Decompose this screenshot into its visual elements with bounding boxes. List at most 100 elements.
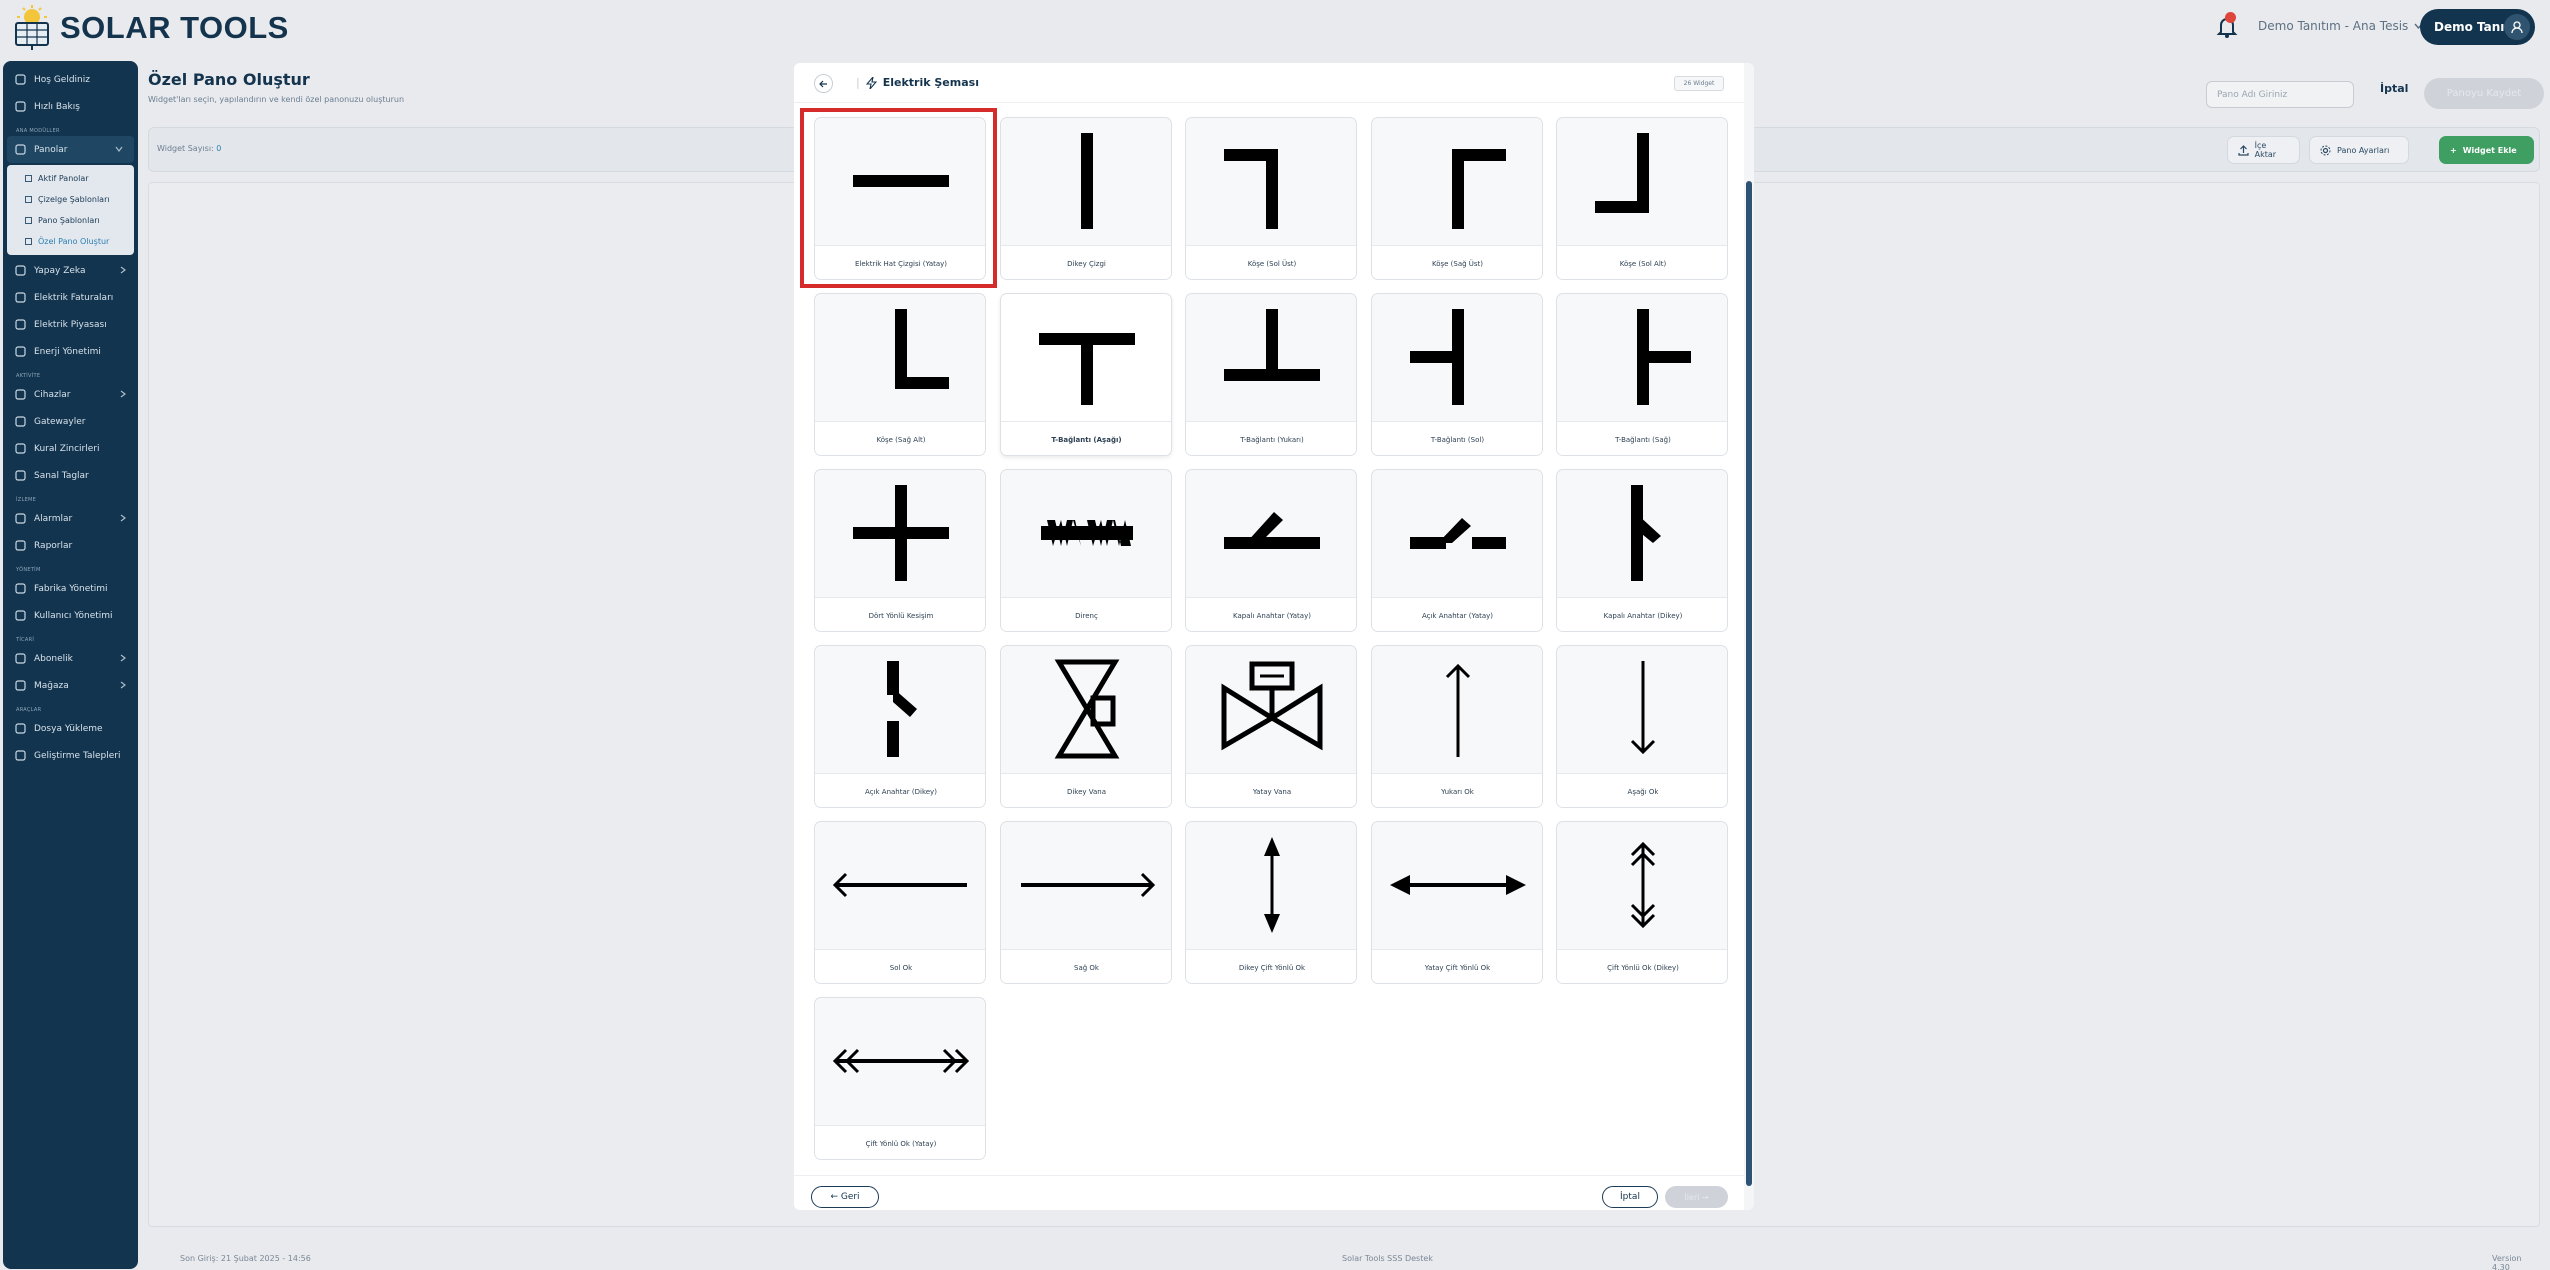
widget-label: Açık Anahtar (Dikey): [815, 773, 985, 807]
invoice-icon: [14, 291, 27, 304]
board-settings-button[interactable]: Pano Ayarları: [2309, 136, 2409, 164]
sidebar-item-sliders[interactable]: Enerji Yönetimi: [3, 338, 138, 365]
page-subtitle: Widget'ları seçin, yapılandırın ve kendi…: [148, 95, 405, 104]
app-logo[interactable]: SOLAR TOOLS: [12, 5, 289, 51]
widget-tile[interactable]: Aşağı Ok: [1556, 645, 1728, 808]
widget-tile[interactable]: Dikey Çizgi: [999, 117, 1172, 280]
widget-label: Köşe (Sol Alt): [1557, 245, 1727, 279]
submenu-item[interactable]: Pano Şablonları: [7, 210, 134, 231]
widget-label: T-Bağlantı (Sağ): [1557, 421, 1727, 455]
widget-label: Dikey Çift Yönlü Ok: [1186, 949, 1356, 983]
sidebar-item-label: Kullanıcı Yönetimi: [34, 610, 113, 621]
widget-tile[interactable]: Açık Anahtar (Yatay): [1370, 469, 1543, 632]
double-arrow-vertical-icon: [1630, 841, 1656, 929]
upload-icon: [14, 722, 27, 735]
sidebar-item-ai[interactable]: Yapay Zeka: [3, 257, 138, 284]
sidebar-item-market[interactable]: Elektrik Piyasası: [3, 311, 138, 338]
modal-back-button[interactable]: [814, 74, 833, 93]
down-arrow-icon: [1630, 661, 1656, 755]
submenu-item[interactable]: Özel Pano Oluştur: [7, 231, 134, 252]
modal-scrollbar-thumb[interactable]: [1746, 181, 1752, 1186]
horizontal-bidirectional-arrow-icon: [1389, 875, 1526, 895]
widget-tile[interactable]: Sağ Ok: [999, 821, 1172, 984]
widget-tile[interactable]: T-Bağlantı (Sol): [1370, 293, 1543, 456]
modal-footer: ← Geri İptal İleri →: [794, 1175, 1744, 1210]
vertical-valve-icon: [1054, 659, 1119, 759]
sidebar-item-factory[interactable]: Fabrika Yönetimi: [3, 575, 138, 602]
sidebar-item-users[interactable]: Kullanıcı Yönetimi: [3, 602, 138, 629]
sidebar-item-chain[interactable]: Kural Zincirleri: [3, 435, 138, 462]
page-header: Özel Pano Oluştur Widget'ları seçin, yap…: [148, 70, 404, 104]
tenant-selector[interactable]: Demo Tanıtım - Ana Tesis: [2258, 19, 2423, 33]
users-icon: [14, 609, 27, 622]
submenu-item[interactable]: Aktif Panolar: [7, 168, 134, 189]
chain-icon: [14, 442, 27, 455]
widget-label: Açık Anahtar (Yatay): [1371, 597, 1542, 631]
user-avatar-icon: [2504, 14, 2530, 40]
widget-tile[interactable]: Direnç: [999, 469, 1172, 632]
device-icon: [14, 388, 27, 401]
sidebar-item-subscription[interactable]: Abonelik: [3, 645, 138, 672]
widget-tile[interactable]: Köşe (Sağ Üst): [1370, 117, 1543, 280]
widget-tile[interactable]: Çift Yönlü Ok (Dikey): [1556, 821, 1728, 984]
list-icon: [25, 217, 32, 224]
sidebar-item-star[interactable]: Hoş Geldiniz: [3, 66, 138, 93]
sidebar-item-alarm[interactable]: Alarmlar: [3, 505, 138, 532]
widget-tile[interactable]: Köşe (Sol Üst): [1185, 117, 1357, 280]
gateway-icon: [14, 415, 27, 428]
footer-links[interactable]: Solar Tools SSS Destek: [1342, 1254, 1433, 1263]
sidebar-item-gateway[interactable]: Gatewayler: [3, 408, 138, 435]
widget-label: T-Bağlantı (Aşağı): [1000, 421, 1171, 455]
widget-tile[interactable]: Dikey Çift Yönlü Ok: [1185, 821, 1357, 984]
widget-tile[interactable]: T-Bağlantı (Sağ): [1556, 293, 1728, 456]
app-name: SOLAR TOOLS: [60, 10, 289, 45]
import-button[interactable]: İçe Aktar: [2227, 136, 2300, 164]
widget-tile[interactable]: Dört Yönlü Kesişim: [814, 469, 986, 632]
sidebar-item-dashboard[interactable]: Panolar: [7, 136, 134, 163]
widget-label: Sol Ok: [815, 949, 985, 983]
widget-tile[interactable]: Dikey Vana: [999, 645, 1172, 808]
user-menu-button[interactable]: Demo Tanıtım: [2420, 9, 2535, 45]
sidebar-item-invoice[interactable]: Elektrik Faturaları: [3, 284, 138, 311]
sidebar: Hoş Geldiniz Hızlı Bakış ANA MODÜLLER Panol…: [3, 61, 138, 1269]
cancel-button[interactable]: İptal: [2380, 82, 2408, 95]
next-button[interactable]: İleri →: [1665, 1186, 1728, 1208]
modal-cancel-button[interactable]: İptal: [1602, 1186, 1658, 1208]
sidebar-item-label: Alarmlar: [34, 513, 73, 524]
submenu-item[interactable]: Çizelge Şablonları: [7, 189, 134, 210]
widget-tile[interactable]: Açık Anahtar (Dikey): [814, 645, 986, 808]
last-login: Son Giriş: 21 Şubat 2025 - 14:56: [180, 1254, 311, 1263]
widget-tile[interactable]: Çift Yönlü Ok (Yatay): [814, 997, 986, 1160]
widget-tile[interactable]: Yatay Çift Yönlü Ok: [1370, 821, 1543, 984]
sidebar-item-code[interactable]: Geliştirme Talepleri: [3, 742, 138, 769]
sidebar-item-device[interactable]: Cihazlar: [3, 381, 138, 408]
widget-tile[interactable]: T-Bağlantı (Aşağı): [999, 293, 1172, 456]
widget-tile[interactable]: T-Bağlantı (Yukarı): [1185, 293, 1357, 456]
notification-badge: [2225, 12, 2236, 23]
sidebar-item-store[interactable]: Mağaza: [3, 672, 138, 699]
save-board-button[interactable]: Panoyu Kaydet: [2424, 78, 2544, 109]
add-widget-button[interactable]: + Widget Ekle: [2439, 136, 2534, 164]
widget-label: Dört Yönlü Kesişim: [815, 597, 985, 631]
widget-label: Köşe (Sağ Üst): [1371, 245, 1542, 279]
widget-tile[interactable]: Kapalı Anahtar (Yatay): [1185, 469, 1357, 632]
widget-tile[interactable]: Yukarı Ok: [1370, 645, 1543, 808]
sidebar-item-grid[interactable]: Hızlı Bakış: [3, 93, 138, 120]
widget-tile[interactable]: Sol Ok: [814, 821, 986, 984]
widget-tile[interactable]: Kapalı Anahtar (Dikey): [1556, 469, 1728, 632]
sidebar-item-report[interactable]: Raporlar: [3, 532, 138, 559]
widget-tile[interactable]: Köşe (Sol Alt): [1556, 117, 1728, 280]
footer: Son Giriş: 21 Şubat 2025 - 14:56 Solar T…: [180, 1254, 2540, 1270]
sidebar-item-label: Raporlar: [34, 540, 73, 551]
sidebar-item-upload[interactable]: Dosya Yükleme: [3, 715, 138, 742]
sidebar-section-title: YÖNETİM: [16, 567, 41, 573]
widget-tile[interactable]: Yatay Vana: [1185, 645, 1357, 808]
back-button[interactable]: ← Geri: [811, 1186, 879, 1208]
board-name-input[interactable]: Pano Adı Giriniz: [2206, 81, 2354, 108]
widget-tile[interactable]: Köşe (Sağ Alt): [814, 293, 986, 456]
selection-highlight: [800, 108, 997, 288]
t-junction-left-icon: [1409, 309, 1464, 405]
sidebar-item-pulse[interactable]: Sanal Taglar: [3, 462, 138, 489]
sidebar-section-title: AKTİVİTE: [16, 373, 41, 379]
sidebar-item-label: Gatewayler: [34, 416, 86, 427]
